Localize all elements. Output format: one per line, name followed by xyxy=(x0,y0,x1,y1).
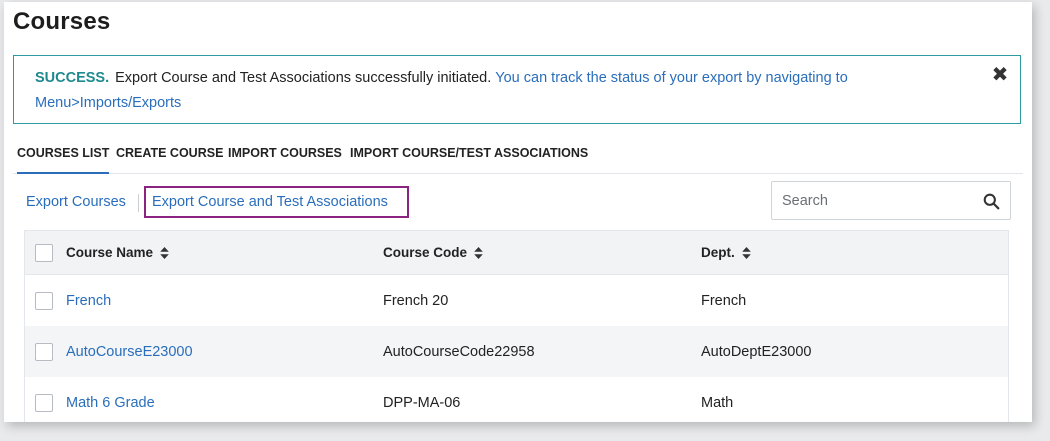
link-divider xyxy=(138,194,139,212)
export-courses-link[interactable]: Export Courses xyxy=(26,194,126,210)
table-row: French French 20 French xyxy=(25,275,1008,326)
page-title: Courses xyxy=(13,8,111,35)
alert-line-2: Menu>Imports/Exports xyxy=(35,95,181,111)
column-course-code-label: Course Code xyxy=(383,245,468,260)
export-associations-link[interactable]: Export Course and Test Associations xyxy=(152,194,388,210)
table-row: Math 6 Grade DPP-MA-06 Math xyxy=(25,377,1008,422)
alert-message: Export Course and Test Associations succ… xyxy=(115,70,492,86)
column-course-code[interactable]: Course Code xyxy=(383,231,483,274)
tab-import-courses[interactable]: IMPORT COURSES xyxy=(228,146,342,174)
course-name-link[interactable]: Math 6 Grade xyxy=(66,377,155,422)
alert-imports-link[interactable]: Menu>Imports/Exports xyxy=(35,95,181,111)
column-course-name[interactable]: Course Name xyxy=(66,231,169,274)
success-alert: SUCCESS. Export Course and Test Associati… xyxy=(13,55,1021,124)
tab-import-course-test-associations[interactable]: IMPORT COURSE/TEST ASSOCIATIONS xyxy=(350,146,588,174)
alert-track-link[interactable]: You can track the status of your export … xyxy=(495,70,848,86)
course-dept: French xyxy=(701,292,747,309)
column-dept[interactable]: Dept. xyxy=(701,231,751,274)
course-name-link[interactable]: French xyxy=(66,275,111,326)
column-course-name-label: Course Name xyxy=(66,245,154,260)
search-input[interactable] xyxy=(782,191,972,211)
course-code: DPP-MA-06 xyxy=(383,394,461,411)
close-icon[interactable]: ✖ xyxy=(990,65,1010,85)
select-all-checkbox[interactable] xyxy=(35,243,53,262)
course-dept: AutoDeptE23000 xyxy=(701,343,812,360)
tab-create-course[interactable]: CREATE COURSE xyxy=(116,146,223,174)
alert-line-1: SUCCESS. Export Course and Test Associati… xyxy=(35,70,848,86)
search-box xyxy=(771,181,1011,220)
course-dept: Math xyxy=(701,394,734,411)
course-name-link[interactable]: AutoCourseE23000 xyxy=(66,326,193,377)
course-code: French 20 xyxy=(383,292,449,309)
tab-bar: COURSES LIST CREATE COURSE IMPORT COURSE… xyxy=(13,142,1023,174)
sort-icon[interactable] xyxy=(741,246,751,259)
row-checkbox[interactable] xyxy=(35,342,53,361)
sort-icon[interactable] xyxy=(160,246,169,259)
search-icon[interactable] xyxy=(983,193,1000,210)
sort-icon[interactable] xyxy=(474,246,483,259)
course-code: AutoCourseCode22958 xyxy=(383,343,535,360)
column-dept-label: Dept. xyxy=(701,245,735,260)
row-checkbox[interactable] xyxy=(35,291,53,310)
alert-status: SUCCESS. xyxy=(35,70,110,86)
table-header: Course Name Course Code Dept. xyxy=(25,231,1008,275)
courses-table: Course Name Course Code Dept. French Fre… xyxy=(24,230,1009,422)
row-checkbox[interactable] xyxy=(35,393,53,412)
courses-page: Courses SUCCESS. Export Course and Test A… xyxy=(4,2,1032,422)
tab-courses-list[interactable]: COURSES LIST xyxy=(17,146,110,174)
table-row: AutoCourseE23000 AutoCourseCode22958 Aut… xyxy=(25,326,1008,377)
